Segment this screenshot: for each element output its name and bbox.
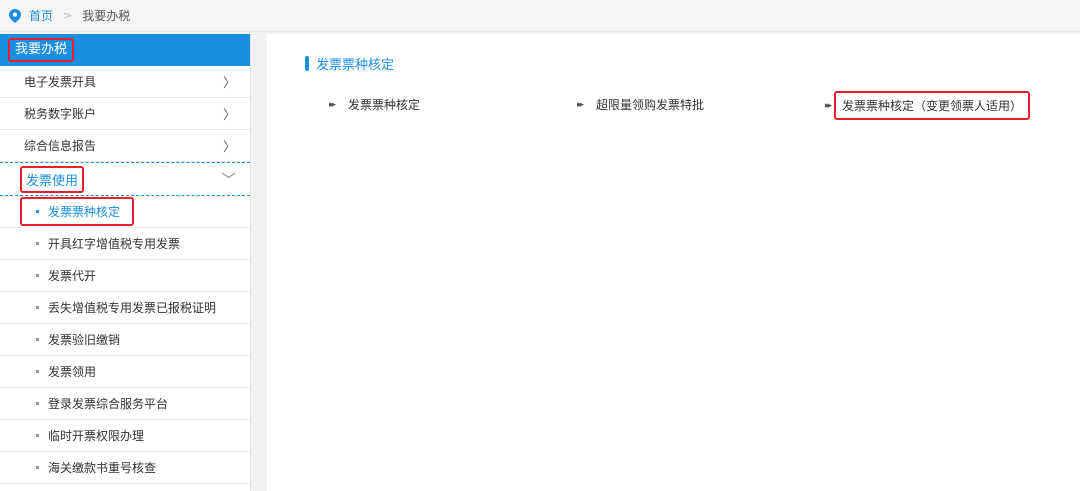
section-title-bar [305,56,309,71]
sidebar-subitem-label: 临时开票权限办理 [48,429,145,443]
sidebar-subitem-invoice-cancel[interactable]: 发票验旧缴销 [0,324,250,356]
bullet-icon [36,466,39,469]
sidebar-subitem-label: 发票代开 [48,269,97,283]
main-panel: 发票票种核定 ▸▸ 发票票种核定 ▸▸ 超限量领购发票特批 ▸▸ 发票票种核定（… [267,34,1080,491]
sidebar-subitem-invoice-type-approval[interactable]: 发票票种核定 [0,196,250,228]
bullet-icon [36,242,39,245]
sidebar-item-label: 电子发票开具 [24,75,97,89]
bullet-icon [36,370,39,373]
sidebar-subitem-lost-invoice-proof[interactable]: 丢失增值税专用发票已报税证明 [0,292,250,324]
sidebar-subitem-customs-check[interactable]: 海关缴款书重号核查 [0,452,250,484]
sidebar-item-e-invoice[interactable]: 电子发票开具 〉 [0,66,250,98]
bullet-icon [36,306,39,309]
sidebar-item-label: 综合信息报告 [24,139,97,153]
sidebar-subitem-label: 发票领用 [48,365,97,379]
sidebar-subitem-label: 登录发票综合服务平台 [48,397,169,411]
chevron-right-icon: 〉 [222,76,236,91]
sidebar-header: 我要办税 [0,34,250,66]
link-label: 发票票种核定 [348,98,421,112]
sidebar-subitem-label: 丢失增值税专用发票已报税证明 [48,301,217,315]
link-over-limit-approval[interactable]: ▸▸ 超限量领购发票特批 [577,96,704,113]
sidebar-item-label: 税务数字账户 [24,107,97,121]
chevron-right-icon: 〉 [222,140,236,155]
bullet-icon [36,210,39,213]
sidebar-subitem-temp-permission[interactable]: 临时开票权限办理 [0,420,250,452]
sidebar-item-invoice-use[interactable]: 发票使用 ﹀ [0,162,250,196]
chevron-right-icon: 〉 [222,108,236,123]
bullet-icon [36,434,39,437]
double-arrow-icon: ▸▸ [329,99,336,110]
sidebar-subitem-invoice-receive[interactable]: 发票领用 [0,356,250,388]
link-invoice-type-approval-change-receiver[interactable]: ▸▸ 发票票种核定（变更领票人适用） [825,91,1031,120]
sidebar-subitem-red-invoice[interactable]: 开具红字增值税专用发票 [0,228,250,260]
link-label: 超限量领购发票特批 [596,98,705,112]
sidebar: 我要办税 电子发票开具 〉 税务数字账户 〉 综合信息报告 〉 发票使用 ﹀ 发… [0,34,251,491]
double-arrow-icon: ▸▸ [577,99,584,110]
bullet-icon [36,274,39,277]
sidebar-subitem-label: 开具红字增值税专用发票 [48,237,181,251]
highlight-box: 发票票种核定 [20,197,135,226]
sidebar-subitem-invoice-agency[interactable]: 发票代开 [0,260,250,292]
sidebar-item-tax-account[interactable]: 税务数字账户 〉 [0,98,250,130]
sidebar-header-label: 我要办税 [8,38,75,62]
sidebar-subitem-service-platform[interactable]: 登录发票综合服务平台 [0,388,250,420]
section-title-label: 发票票种核定 [316,58,395,73]
breadcrumb-home-link[interactable]: 首页 [29,7,53,24]
sidebar-subitem-label: 发票票种核定 [48,205,121,219]
bullet-icon [36,402,39,405]
location-pin-icon [9,8,21,23]
double-arrow-icon: ▸▸ [825,100,832,111]
sidebar-subitem-label: 发票验旧缴销 [48,333,121,347]
breadcrumb-separator: > [63,9,73,22]
sidebar-item-label: 发票使用 [20,165,85,193]
chevron-down-icon: ﹀ [220,170,236,189]
sidebar-item-info-report[interactable]: 综合信息报告 〉 [0,130,250,162]
breadcrumb-bar: 首页 > 我要办税 [0,0,1080,32]
link-invoice-type-approval[interactable]: ▸▸ 发票票种核定 [329,96,420,113]
link-label: 发票票种核定（变更领票人适用） [834,91,1031,120]
bullet-icon [36,338,39,341]
sidebar-subitem-label: 海关缴款书重号核查 [48,461,157,475]
breadcrumb-current: 我要办税 [82,9,131,23]
section-title: 发票票种核定 [305,54,394,73]
